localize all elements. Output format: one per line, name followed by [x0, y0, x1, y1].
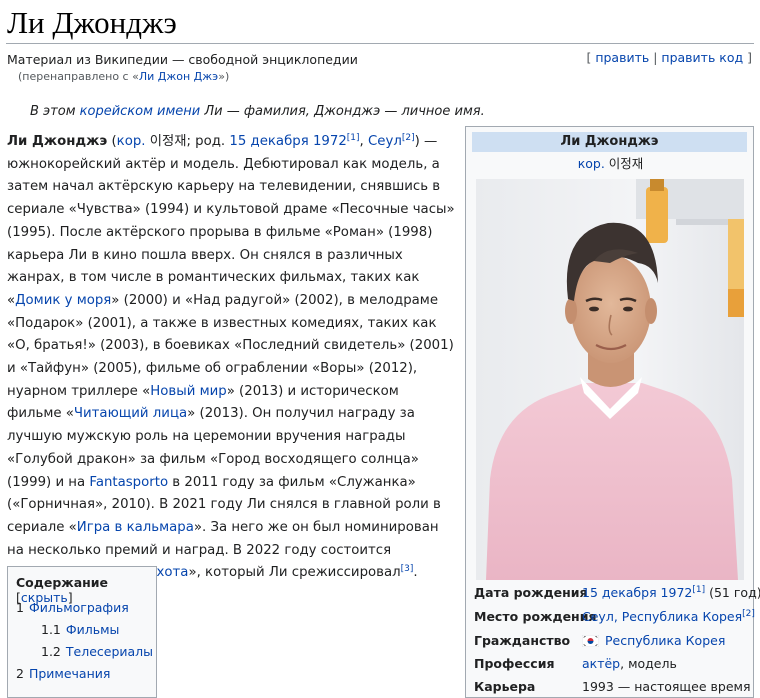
infobox-label: Профессия	[474, 656, 555, 671]
toc-item-filmography[interactable]: 1 Фильмография	[16, 600, 129, 616]
infobox-age: (51 год)	[705, 585, 760, 600]
seoul-link[interactable]: Сеул	[368, 134, 402, 149]
birth-date-link[interactable]: 15 декабря 1972	[229, 134, 346, 149]
toc-link[interactable]: Фильмография	[29, 600, 129, 615]
infobox-ref-2-link[interactable]: [2]	[742, 609, 755, 619]
infobox-birth-date-link[interactable]: 15 декабря 1972	[582, 585, 692, 600]
korean-lang-link[interactable]: кор.	[117, 134, 146, 149]
infobox-korea-link[interactable]: Республика Корея	[622, 609, 742, 624]
infobox-citizenship-link[interactable]: Республика Корея	[605, 633, 725, 648]
infobox-value: Сеул, Республика Корея[2]	[582, 609, 755, 625]
article-page: Ли Джонджэ Материал из Википедии — свобо…	[0, 0, 760, 698]
text-run: ,	[359, 134, 368, 149]
infobox-profession-extra: , модель	[620, 656, 677, 671]
portrait-photo[interactable]	[476, 179, 744, 580]
infobox-title: Ли Джонджэ	[472, 132, 747, 152]
text-run: », который Ли срежиссировал	[188, 565, 401, 581]
edit-links: [ править | править код ]	[586, 50, 752, 65]
edit-code-button[interactable]: править код	[661, 50, 743, 65]
infobox-label: Дата рождения	[474, 585, 588, 600]
infobox-native-name: кор. 이정재	[466, 156, 755, 172]
infobox-label: Карьера	[474, 679, 536, 694]
hatnote-text: Ли — фамилия, Джонджэ — личное имя.	[200, 104, 485, 119]
infobox-hangul: 이정재	[604, 156, 644, 171]
toc-item-notes[interactable]: 2 Примечания	[16, 666, 110, 682]
toc-number: 1	[16, 600, 24, 615]
title-divider	[6, 43, 754, 44]
korean-name-link[interactable]: корейском имени	[80, 104, 201, 119]
infobox-value: Республика Корея	[582, 633, 725, 649]
toc-item-tv-series[interactable]: 1.2 Телесериалы	[41, 644, 153, 660]
hatnote: В этом корейском имени Ли — фамилия, Джо…	[30, 103, 485, 121]
toc-number: 1.2	[41, 644, 61, 659]
redirect-suffix: »)	[218, 70, 230, 83]
redirect-notice: (перенаправлено с «Ли Джон Джэ»)	[18, 70, 229, 84]
fantasporto-link[interactable]: Fantasporto	[89, 475, 168, 490]
house-by-sea-link[interactable]: Домик у моря	[15, 293, 111, 308]
intro-paragraph: Ли Джонджэ (кор. 이정재; род. 15 декабря 19…	[7, 131, 457, 585]
face-reader-link[interactable]: Читающий лица	[74, 406, 187, 421]
infobox-value: актёр, модель	[582, 656, 677, 672]
ref-2-link[interactable]: [2]	[402, 133, 415, 143]
table-of-contents: Содержание [скрыть] 1 Фильмография 1.1 Фил…	[7, 566, 157, 698]
south-korea-flag-icon	[582, 635, 599, 647]
text-run: 이정재; род.	[145, 134, 230, 149]
redirect-link[interactable]: Ли Джон Джэ	[139, 70, 218, 83]
redirect-prefix: (перенаправлено с «	[18, 70, 139, 83]
infobox-value: 1993 — настоящее время	[582, 679, 751, 694]
infobox-value: 15 декабря 1972[1] (51 год)	[582, 585, 760, 601]
toc-link[interactable]: Телесериалы	[66, 644, 153, 659]
page-title: Ли Джонджэ	[7, 5, 177, 40]
infobox-korean-link[interactable]: кор.	[578, 156, 605, 171]
new-world-link[interactable]: Новый мир	[150, 384, 226, 399]
squid-game-link[interactable]: Игра в кальмара	[77, 520, 194, 535]
toc-title-text: Содержание	[16, 575, 109, 590]
infobox-label: Место рождения	[474, 609, 597, 624]
toc-item-films[interactable]: 1.1 Фильмы	[41, 622, 119, 638]
toc-number: 2	[16, 666, 24, 681]
text-run: ) — южнокорейский актёр и модель. Дебюти…	[7, 134, 455, 308]
infobox: Ли Джонджэ кор. 이정재 Дата рождения 15 дек…	[465, 126, 760, 698]
ref-1-link[interactable]: [1]	[347, 133, 360, 143]
separator: ,	[613, 609, 622, 624]
toc-number: 1.1	[41, 622, 61, 637]
hatnote-text: В этом	[30, 104, 80, 119]
infobox-seoul-link[interactable]: Сеул	[582, 609, 614, 624]
text-run: .	[413, 565, 418, 581]
toc-link[interactable]: Примечания	[29, 666, 110, 681]
toc-link[interactable]: Фильмы	[66, 622, 120, 637]
subject-name: Ли Джонджэ	[7, 134, 108, 149]
ref-3-link[interactable]: [3]	[401, 564, 414, 574]
text-run: (	[107, 134, 117, 149]
portrait-illustration	[476, 179, 744, 580]
infobox-ref-1-link[interactable]: [1]	[692, 585, 705, 595]
edit-button[interactable]: править	[595, 50, 649, 65]
site-tagline: Материал из Википедии — свободной энцикл…	[7, 52, 358, 67]
infobox-actor-link[interactable]: актёр	[582, 656, 620, 671]
infobox-label: Гражданство	[474, 633, 571, 648]
